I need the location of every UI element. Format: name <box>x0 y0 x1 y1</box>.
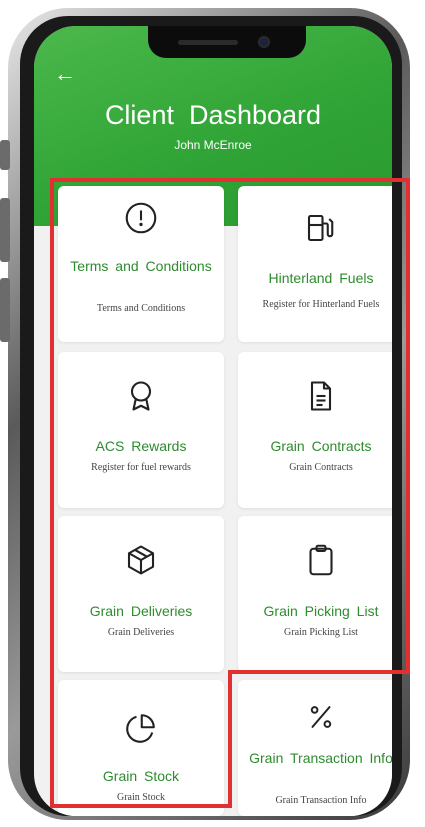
highlight-outline-step <box>228 670 410 674</box>
user-name: John McEnroe <box>174 138 252 152</box>
highlight-outline-right <box>406 178 410 674</box>
card-description: Register for fuel rewards <box>91 462 191 473</box>
card-grain-deliveries[interactable]: Grain Deliveries Grain Deliveries <box>58 516 224 672</box>
camera <box>258 36 270 48</box>
highlight-outline-left <box>50 178 54 808</box>
highlight-outline-inner <box>228 670 232 808</box>
card-terms-and-conditions[interactable]: Terms and Conditions Terms and Condition… <box>58 186 224 342</box>
mute-switch <box>0 140 10 170</box>
card-description: Grain Transaction Info <box>275 795 367 806</box>
card-grain-stock[interactable]: Grain Stock Grain Stock <box>58 680 224 816</box>
card-label: ACS Rewards <box>95 438 187 454</box>
notch <box>148 26 306 58</box>
card-grain-contracts[interactable]: Grain Contracts Grain Contracts <box>238 352 392 508</box>
card-grain-picking-list[interactable]: Grain Picking List Grain Picking List <box>238 516 392 672</box>
award-icon <box>58 378 224 414</box>
card-grain-transaction-info[interactable]: Grain Transaction Info Grain Transaction… <box>238 680 392 816</box>
highlight-outline-top <box>50 178 410 182</box>
pie-chart-icon <box>58 710 224 746</box>
document-icon <box>238 378 392 414</box>
card-label: Grain Contracts <box>270 438 372 454</box>
card-description: Grain Picking List <box>284 627 358 638</box>
box-icon <box>58 542 224 578</box>
card-description: Grain Stock <box>116 792 166 803</box>
speaker <box>178 40 238 45</box>
card-label: Grain Deliveries <box>89 603 193 619</box>
back-arrow-icon[interactable]: ← <box>54 63 76 85</box>
card-description: Register for Hinterland Fuels <box>262 299 380 310</box>
card-hinterland-fuels[interactable]: Hinterland Fuels Register for Hinterland… <box>238 186 392 342</box>
card-description: Grain Deliveries <box>107 627 175 638</box>
card-description: Terms and Conditions <box>96 303 186 314</box>
app-screen: ← Client Dashboard John McEnroe Terms an… <box>34 26 392 816</box>
card-label: Grain Picking List <box>263 603 379 619</box>
fuel-pump-icon <box>238 210 392 246</box>
card-acs-rewards[interactable]: ACS Rewards Register for fuel rewards <box>58 352 224 508</box>
clipboard-icon <box>238 542 392 578</box>
percent-icon <box>238 700 392 736</box>
card-label: Terms and Conditions <box>70 258 212 274</box>
card-label: Hinterland Fuels <box>268 270 374 286</box>
card-label: Grain Stock <box>102 768 180 784</box>
volume-up-button <box>0 198 10 262</box>
page-title: Client Dashboard <box>104 100 322 130</box>
highlight-outline-bottom <box>50 804 232 808</box>
card-description: Grain Contracts <box>289 462 353 473</box>
volume-down-button <box>0 278 10 342</box>
card-label: Grain Transaction Info <box>249 750 392 766</box>
alert-circle-icon <box>58 200 224 236</box>
